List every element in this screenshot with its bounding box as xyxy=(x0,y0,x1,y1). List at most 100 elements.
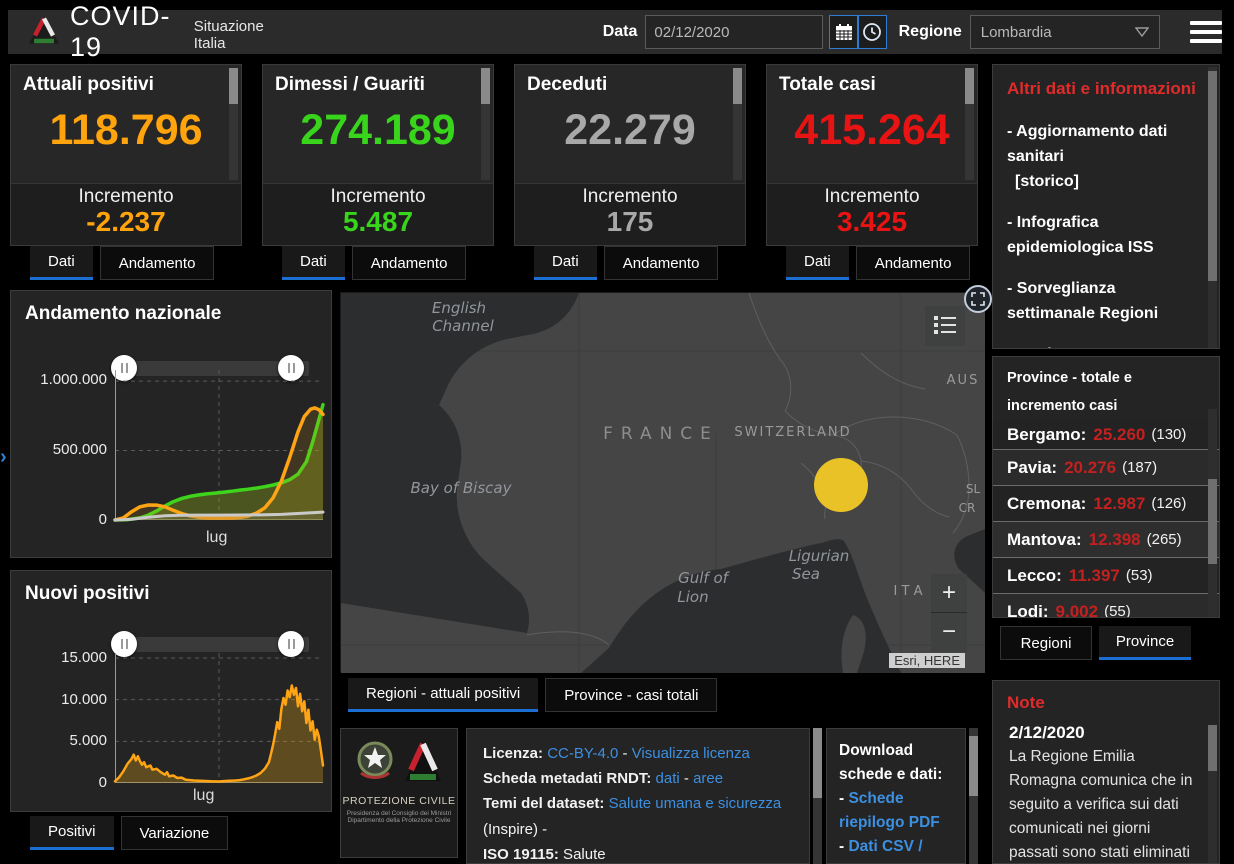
province-name: Pavia: xyxy=(1007,457,1058,477)
metadata-link-aree[interactable]: aree xyxy=(693,770,723,787)
province-delta: (53) xyxy=(1125,567,1153,585)
link-aggiornamento[interactable]: - Aggiornamento xyxy=(1007,342,1205,348)
expand-map-button[interactable] xyxy=(964,285,992,313)
chevron-down-icon xyxy=(1135,27,1149,37)
national-trend-chart xyxy=(113,370,325,522)
tab-province-casi-totali[interactable]: Province - casi totali xyxy=(545,678,718,712)
tab-andamento[interactable]: Andamento xyxy=(603,246,719,280)
y-tick: 5.000 xyxy=(69,732,107,749)
province-row-cremona[interactable]: Cremona: 12.987 (126) xyxy=(993,486,1219,523)
province-value: 25.260 xyxy=(1093,424,1146,444)
province-name: Lodi: xyxy=(1007,601,1049,618)
panel-expand-arrow-icon[interactable]: › xyxy=(0,446,7,469)
new-positives-panel: Nuovi positivi 15.000 10.000 5.000 0 lug xyxy=(10,570,332,812)
province-name: Cremona: xyxy=(1007,493,1087,513)
download-link-pdf[interactable]: Schede riepilogo PDF xyxy=(839,790,940,831)
download-scrollbar[interactable] xyxy=(969,728,978,864)
tab-andamento[interactable]: Andamento xyxy=(855,246,971,280)
card-value: 415.264 xyxy=(794,106,950,154)
link-infografica-iss[interactable]: - Infografica epidemiologica ISS xyxy=(1007,210,1205,260)
calendar-button[interactable] xyxy=(829,15,858,49)
province-row-lodi[interactable]: Lodi: 9.002 (55) xyxy=(993,594,1219,618)
tab-andamento[interactable]: Andamento xyxy=(99,246,215,280)
increment-value: 5.487 xyxy=(342,206,414,237)
legend-button[interactable] xyxy=(925,306,965,346)
card-scrollbar[interactable] xyxy=(965,68,974,180)
increment-label: Incremento xyxy=(78,186,174,207)
y-tick: 1.000.000 xyxy=(40,371,107,388)
tab-regioni-attuali-positivi[interactable]: Regioni - attuali positivi xyxy=(348,678,539,712)
zoom-out-button[interactable]: − xyxy=(931,613,967,651)
metadata-link-dati[interactable]: dati xyxy=(656,770,680,787)
province-row-mantova[interactable]: Mantova: 12.398 (265) xyxy=(993,522,1219,559)
license-link-ccby[interactable]: CC-BY-4.0 xyxy=(547,745,618,762)
license-scrollbar[interactable] xyxy=(813,728,822,864)
map-label-ligurian: Ligurian xyxy=(789,547,850,565)
map-label-english: English xyxy=(432,299,486,317)
tab-andamento[interactable]: Andamento xyxy=(351,246,467,280)
footer-logo-box: PROTEZIONE CIVILE Presidenza del Consigl… xyxy=(340,728,458,858)
info-links-panel: Altri dati e informazioni - Aggiornament… xyxy=(992,64,1220,349)
y-tick: 500.000 xyxy=(52,441,107,458)
tab-positivi[interactable]: Positivi xyxy=(30,816,114,850)
card-scrollbar[interactable] xyxy=(733,68,742,180)
tab-variazione[interactable]: Variazione xyxy=(120,816,229,850)
note-scrollbar[interactable] xyxy=(1208,725,1217,863)
national-trend-panel: Andamento nazionale 1.000.000 500.000 0 … xyxy=(10,290,332,558)
app-header: COVID-19 Situazione Italia Data Regione … xyxy=(8,1,1222,62)
zoom-in-button[interactable]: + xyxy=(931,574,967,612)
province-row-lecco[interactable]: Lecco: 11.397 (53) xyxy=(993,558,1219,595)
protezione-civile-logo-icon xyxy=(26,14,62,55)
card-scrollbar[interactable] xyxy=(229,68,238,180)
info-scrollbar[interactable] xyxy=(1208,67,1217,348)
link-storico[interactable]: [storico] xyxy=(1007,169,1205,194)
license-link-visualizza[interactable]: Visualizza licenza xyxy=(632,745,750,762)
province-row-bergamo[interactable]: Bergamo: 25.260 (130) xyxy=(993,420,1219,451)
new-positives-chart xyxy=(113,653,325,783)
tab-dati[interactable]: Dati xyxy=(786,246,849,280)
logo-line-3: Dipartimento della Protezione Civile xyxy=(347,817,451,824)
region-bubble-lombardia[interactable] xyxy=(814,458,868,512)
increment-label: Incremento xyxy=(824,186,920,207)
province-scrollbar[interactable] xyxy=(1208,409,1217,617)
map-label-lion: Lion xyxy=(677,588,708,606)
increment-value: -2.237 xyxy=(86,206,166,237)
legend-list-icon xyxy=(934,316,956,334)
map-label-austria: AUS xyxy=(947,373,980,388)
province-delta: (55) xyxy=(1104,603,1131,618)
link-sorveglianza-regioni[interactable]: - Sorveglianza settimanale Regioni xyxy=(1007,276,1205,326)
link-aggiornamento-dati-sanitari[interactable]: - Aggiornamento dati sanitari xyxy=(1007,119,1205,169)
province-row-pavia[interactable]: Pavia: 20.276 (187) xyxy=(993,450,1219,487)
dataset-label: Temi del dataset: xyxy=(483,795,605,813)
province-value: 20.276 xyxy=(1064,457,1117,477)
map-canvas: English Channel Bay of Biscay Gulf of Li… xyxy=(341,292,985,673)
tab-regioni[interactable]: Regioni xyxy=(1000,626,1092,660)
map[interactable]: English Channel Bay of Biscay Gulf of Li… xyxy=(340,285,992,673)
logo-line-1: PROTEZIONE CIVILE xyxy=(342,795,456,807)
increment-value: 3.425 xyxy=(836,206,908,237)
time-button[interactable] xyxy=(858,15,887,49)
dataset-link-salute[interactable]: Salute umana e sicurezza xyxy=(609,795,782,812)
regione-value: Lombardia xyxy=(980,23,1052,41)
tab-province[interactable]: Province xyxy=(1099,626,1191,660)
iso-value: Salute xyxy=(558,845,606,863)
card-scrollbar[interactable] xyxy=(481,68,490,180)
map-zoom-controls: + − xyxy=(931,574,967,652)
tab-dati[interactable]: Dati xyxy=(30,246,93,280)
logo-line-2: Presidenza del Consiglio dei Ministri xyxy=(346,810,452,817)
tab-dati[interactable]: Dati xyxy=(282,246,345,280)
metadata-label: Scheda metadati RNDT: xyxy=(483,770,652,788)
map-label-gulf-of: Gulf of xyxy=(678,569,731,587)
card-title: Totale casi xyxy=(779,74,876,95)
card-title: Dimessi / Guariti xyxy=(275,74,425,95)
note-date: 2/12/2020 xyxy=(1009,723,1085,742)
province-name: Bergamo: xyxy=(1007,424,1087,444)
download-link-csv-json[interactable]: Dati CSV / JSON xyxy=(839,838,923,863)
regione-select[interactable]: Lombardia xyxy=(969,15,1160,49)
date-input[interactable] xyxy=(645,15,824,49)
province-delta: (126) xyxy=(1151,495,1187,513)
card-tabs: Dati Andamento xyxy=(30,246,215,280)
province-value: 12.398 xyxy=(1088,529,1141,549)
tab-dati[interactable]: Dati xyxy=(534,246,597,280)
menu-button[interactable] xyxy=(1190,16,1222,48)
